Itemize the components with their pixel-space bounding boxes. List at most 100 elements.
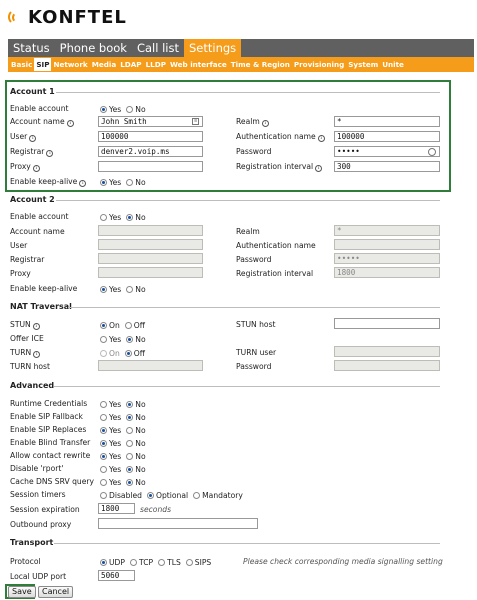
radio-enable2-no[interactable]: No [126, 213, 146, 222]
user-input[interactable]: 100000 [98, 131, 203, 142]
turn-user-input[interactable] [334, 346, 440, 357]
label-stun-host: STUN host [236, 320, 276, 329]
reg-interval-input[interactable]: 300 [334, 161, 440, 172]
turn-host-input[interactable] [98, 360, 203, 371]
radio-stun-off[interactable]: Off [124, 321, 145, 330]
reg-interval-2-input[interactable]: 1800 [334, 267, 440, 278]
session-expiration-input[interactable]: 1800 [98, 503, 135, 514]
radio-enable-no[interactable]: No [126, 105, 146, 114]
info-icon[interactable]: i [29, 135, 37, 142]
radio-keepalive2-no[interactable]: No [126, 285, 146, 294]
turn-password-input[interactable] [334, 360, 440, 371]
subtab-system[interactable]: System [346, 58, 380, 71]
user-2-input[interactable] [98, 239, 203, 250]
label-auth-name-2: Authentication name [236, 241, 316, 250]
subtab-web-interface[interactable]: Web interface [168, 58, 229, 71]
tab-phone-book[interactable]: Phone book [55, 39, 132, 57]
radio-ice-no[interactable]: No [126, 335, 146, 344]
radio-timers-mandatory[interactable]: Mandatory [193, 491, 243, 500]
turn-radios: On Off [100, 349, 150, 358]
radio-yes[interactable]: Yes [100, 478, 121, 487]
radio-no[interactable]: No [126, 413, 146, 422]
label-stun: STUN i [10, 320, 40, 330]
radio-no[interactable]: No [126, 478, 146, 487]
seconds-unit: seconds [140, 505, 172, 514]
radio-yes[interactable]: Yes [100, 439, 121, 448]
sip-replaces-radios: Yes No [100, 426, 151, 435]
radio-udp[interactable]: UDP [100, 558, 125, 567]
radio-enable-yes[interactable]: Yes [100, 105, 121, 114]
radio-yes[interactable]: Yes [100, 452, 121, 461]
label-realm-2: Realm [236, 227, 260, 236]
radio-turn-on[interactable]: On [100, 349, 120, 358]
radio-no[interactable]: No [126, 452, 146, 461]
radio-yes[interactable]: Yes [100, 426, 121, 435]
stun-host-input[interactable] [334, 318, 440, 329]
subtab-media[interactable]: Media [90, 58, 119, 71]
outbound-proxy-input[interactable] [98, 518, 258, 529]
show-password-icon[interactable] [428, 148, 436, 156]
radio-no[interactable]: No [126, 465, 146, 474]
subtab-provisioning[interactable]: Provisioning [292, 58, 346, 71]
label-offer-ice: Offer ICE [10, 334, 44, 343]
section-rule [54, 543, 440, 544]
password-input[interactable]: ••••• [334, 146, 440, 157]
account-name-2-input[interactable] [98, 225, 203, 236]
cancel-button[interactable]: Cancel [38, 586, 74, 598]
save-button[interactable]: Save [8, 586, 36, 598]
radio-yes[interactable]: Yes [100, 413, 121, 422]
radio-keepalive-no[interactable]: No [126, 178, 146, 187]
realm-input[interactable]: * [334, 116, 440, 127]
info-icon[interactable]: i [46, 150, 54, 157]
subtab-ldap[interactable]: LDAP [118, 58, 143, 71]
info-icon[interactable]: i [66, 120, 74, 127]
subtab-lldp[interactable]: LLDP [144, 58, 168, 71]
registrar-2-input[interactable] [98, 253, 203, 264]
radio-yes[interactable]: Yes [100, 400, 121, 409]
subtab-basic[interactable]: Basic [9, 58, 34, 71]
radio-tls[interactable]: TLS [158, 558, 181, 567]
radio-enable2-yes[interactable]: Yes [100, 213, 121, 222]
tab-call-list[interactable]: Call list [132, 39, 184, 57]
tab-status[interactable]: Status [8, 39, 55, 57]
info-icon[interactable]: i [79, 180, 87, 187]
info-icon[interactable]: i [32, 323, 40, 330]
radio-tcp[interactable]: TCP [130, 558, 153, 567]
proxy-input[interactable] [98, 161, 203, 172]
registrar-input[interactable]: denver2.voip.ms [98, 146, 203, 157]
radio-timers-disabled[interactable]: Disabled [100, 491, 142, 500]
tab-settings[interactable]: Settings [183, 39, 242, 57]
radio-keepalive-yes[interactable]: Yes [100, 178, 121, 187]
proxy-2-input[interactable] [98, 267, 203, 278]
label-proxy-2: Proxy [10, 269, 31, 278]
subtab-unite[interactable]: Unite [380, 58, 406, 71]
password-2-input[interactable]: ••••• [334, 253, 440, 264]
info-icon[interactable]: i [261, 120, 269, 127]
radio-keepalive2-yes[interactable]: Yes [100, 285, 121, 294]
subtab-sip[interactable]: SIP [34, 58, 52, 71]
radio-stun-on[interactable]: On [100, 321, 120, 330]
radio-ice-yes[interactable]: Yes [100, 335, 121, 344]
radio-turn-off[interactable]: Off [124, 349, 145, 358]
radio-sips[interactable]: SIPS [185, 558, 211, 567]
label-account-name-2: Account name [10, 227, 65, 236]
info-icon[interactable]: i [315, 165, 323, 172]
auth-name-input[interactable]: 100000 [334, 131, 440, 142]
label-turn-password: Password [236, 362, 272, 371]
info-icon[interactable]: i [33, 351, 41, 358]
radio-no[interactable]: No [126, 439, 146, 448]
label-realm: Realm i [236, 117, 269, 127]
radio-yes[interactable]: Yes [100, 465, 121, 474]
radio-no[interactable]: No [126, 400, 146, 409]
info-icon[interactable]: i [32, 165, 40, 172]
subtab-network[interactable]: Network [51, 58, 89, 71]
radio-no[interactable]: No [126, 426, 146, 435]
local-udp-port-input[interactable]: 5060 [98, 570, 135, 581]
radio-timers-optional[interactable]: Optional [147, 491, 188, 500]
auth-name-2-input[interactable] [334, 239, 440, 250]
realm-2-input[interactable]: * [334, 225, 440, 236]
account-name-input[interactable]: John Smith ≡ [98, 116, 203, 127]
account1-enable-radios: Yes No [100, 105, 151, 114]
subtab-time-region[interactable]: Time & Region [229, 58, 292, 71]
info-icon[interactable]: i [317, 135, 325, 142]
